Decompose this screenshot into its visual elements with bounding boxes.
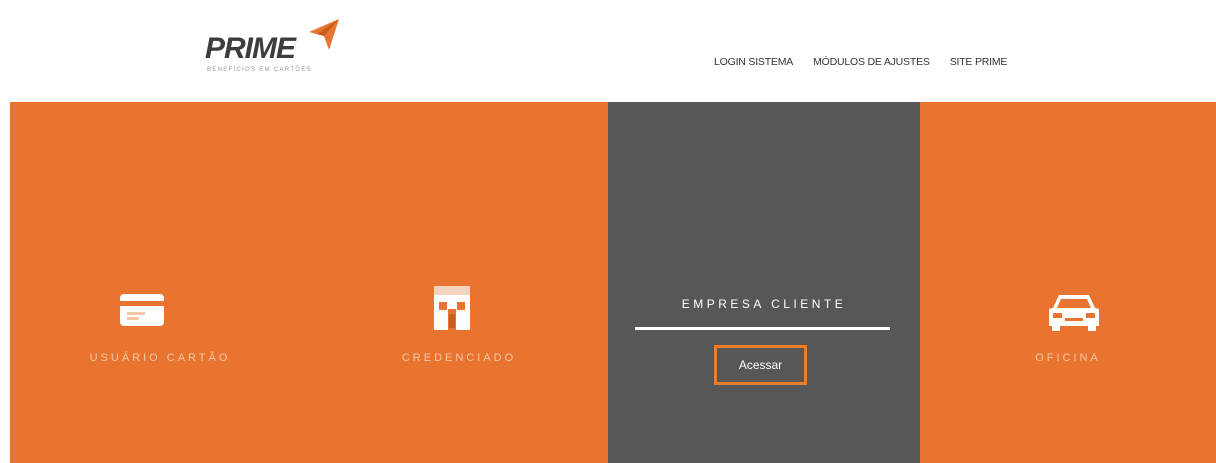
panel-credenciado[interactable]: CREDENCIADO <box>310 102 608 463</box>
panel-label-credenciado: CREDENCIADO <box>401 352 517 364</box>
panel-oficina[interactable]: OFICINA <box>920 102 1216 463</box>
panel-label-usuario-cartao: USUÁRIO CARTÃO <box>89 352 231 364</box>
title-underline <box>635 327 890 330</box>
prime-logo[interactable]: PRIME BENEFÍCIOS EM CARTÕES <box>205 18 340 78</box>
header: PRIME BENEFÍCIOS EM CARTÕES LOGIN SISTEM… <box>0 0 1216 102</box>
nav-login-sistema[interactable]: LOGIN SISTEMA <box>714 56 793 68</box>
logo-tagline: BENEFÍCIOS EM CARTÕES <box>207 67 312 73</box>
panel-grid: USUÁRIO CARTÃO CREDENCIADO EMPRESA CLIEN… <box>10 102 1216 463</box>
credit-card-icon <box>120 294 164 326</box>
panel-label-oficina: OFICINA <box>1035 352 1101 364</box>
storefront-icon <box>434 286 470 330</box>
panel-empresa-cliente[interactable]: EMPRESA CLIENTE Acessar <box>608 102 920 463</box>
acessar-button[interactable]: Acessar <box>714 345 807 385</box>
panel-usuario-cartao[interactable]: USUÁRIO CARTÃO <box>10 102 310 463</box>
paper-plane-icon <box>309 19 339 50</box>
nav-modulos-de-ajustes[interactable]: MÓDULOS DE AJUSTES <box>813 56 930 68</box>
top-nav: LOGIN SISTEMA MÓDULOS DE AJUSTES SITE PR… <box>714 56 1007 68</box>
car-icon <box>1049 295 1099 331</box>
logo-wordmark: PRIME <box>205 32 296 65</box>
panel-title-empresa-cliente: EMPRESA CLIENTE <box>681 297 847 311</box>
nav-site-prime[interactable]: SITE PRIME <box>950 56 1008 68</box>
